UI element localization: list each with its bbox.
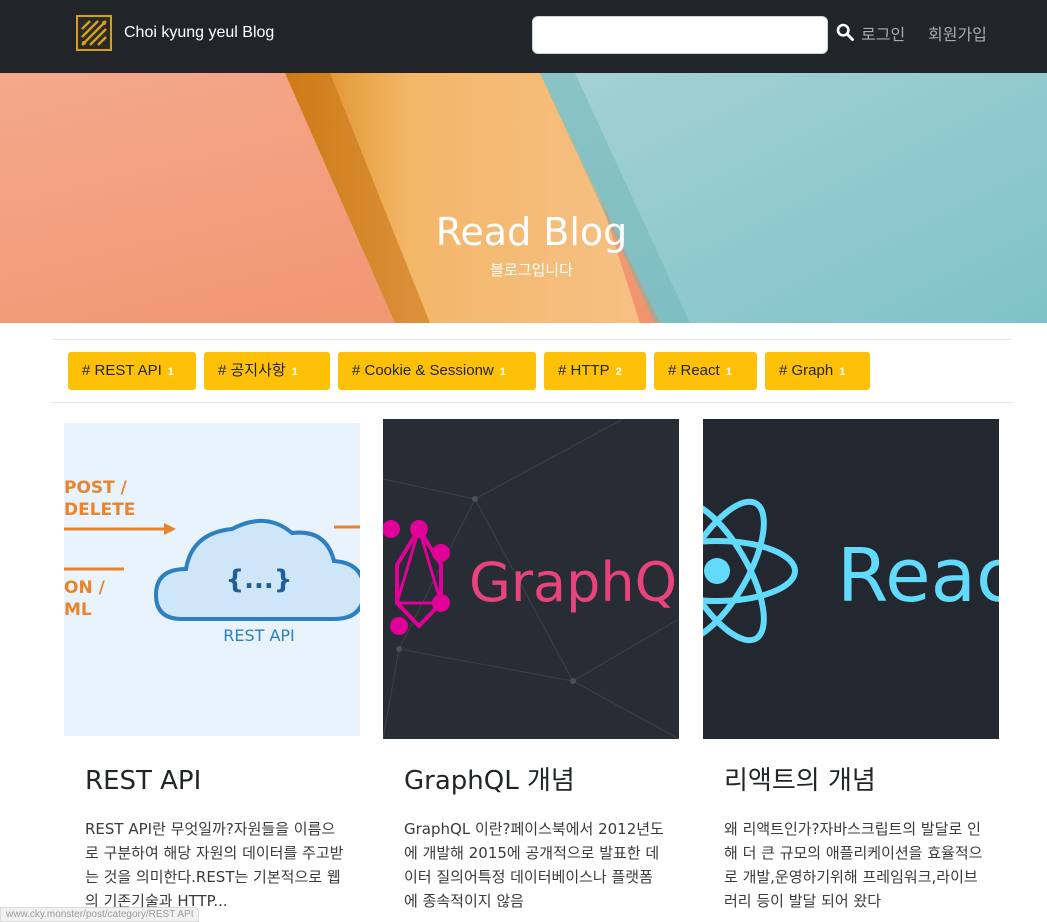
post-excerpt: GraphQL 이란?페이스북에서 2012년도에 개발해 2015에 공개적으… — [404, 820, 664, 910]
rest-label-json: ON / — [64, 578, 106, 598]
graphql-thumbnail[interactable]: GraphQ — [383, 419, 679, 739]
rest-label-delete: DELETE — [64, 500, 135, 520]
network-node — [472, 496, 478, 502]
tag-label: # React — [668, 362, 720, 379]
tag-label: # Cookie & Sessionw — [352, 362, 494, 379]
tag-label: # Graph — [779, 362, 834, 379]
rest-api-thumbnail[interactable]: POST / DELETE {...} ON / ML REST API — [64, 423, 360, 736]
signup-link[interactable]: 회원가입 — [928, 24, 987, 46]
post-title[interactable]: REST API — [85, 765, 201, 797]
hero-banner: Read Blog 블로그입니다 — [0, 73, 1047, 323]
network-node — [570, 678, 576, 684]
tag-label: # REST API — [82, 362, 162, 379]
hero-title: Read Blog — [435, 210, 628, 254]
post-card[interactable]: POST / DELETE {...} ON / ML REST API RES… — [64, 419, 360, 922]
login-link[interactable]: 로그인 — [861, 24, 905, 46]
graphql-wordmark: GraphQ — [469, 551, 677, 614]
tag-count: 1 — [499, 366, 506, 378]
hero-background — [0, 73, 1047, 323]
post-title[interactable]: 리액트의 개념 — [724, 765, 876, 797]
post-title[interactable]: GraphQL 개념 — [404, 765, 575, 797]
tag-http[interactable]: # HTTP 2 — [544, 352, 646, 390]
react-thumbnail[interactable]: Reac — [703, 419, 999, 739]
network-node — [396, 646, 402, 652]
circuit-logo-icon[interactable] — [76, 15, 112, 51]
rest-label-xml: ML — [64, 600, 92, 620]
tag-filter-bar: # REST API 1 # 공지사항 1 # Cookie & Sessionw 1… — [52, 339, 1012, 403]
post-excerpt: 왜 리액트인가?자바스크립트의 발달로 인해 더 큰 규모의 애플리케이션을 효… — [724, 820, 983, 910]
tag-graph[interactable]: # Graph 1 — [765, 352, 870, 390]
tag-rest-api[interactable]: # REST API 1 — [68, 352, 196, 390]
react-wordmark: Reac — [837, 533, 999, 619]
search-icon[interactable] — [836, 23, 854, 41]
tag-label: # HTTP — [558, 362, 610, 379]
tag-cookie-session[interactable]: # Cookie & Sessionw 1 — [338, 352, 536, 390]
tag-count: 1 — [167, 366, 174, 378]
cloud-braces-text: {...} — [226, 565, 293, 595]
navbar: Choi kyung yeul Blog 로그인 회원가입 — [0, 0, 1047, 73]
post-card[interactable]: Reac 리액트의 개념 왜 리액트인가?자바스크립트의 발달로 인해 더 큰 … — [703, 419, 999, 922]
post-excerpt: REST API란 무엇일까?자원들을 이름으로 구분하여 해당 자원의 데이터… — [85, 820, 344, 910]
post-card[interactable]: GraphQ GraphQL 개념 GraphQL 이란?페이스북에서 2012… — [383, 419, 679, 922]
tag-count: 2 — [615, 366, 622, 378]
search-input[interactable] — [532, 16, 828, 54]
browser-status-url: www.cky.monster/post/category/REST API — [0, 907, 200, 922]
brand-title[interactable]: Choi kyung yeul Blog — [124, 22, 274, 44]
tag-count: 1 — [839, 366, 846, 378]
rest-caption: REST API — [223, 626, 295, 645]
tag-count: 1 — [725, 366, 732, 378]
tag-notice[interactable]: # 공지사항 1 — [204, 352, 330, 390]
tag-react[interactable]: # React 1 — [654, 352, 757, 390]
tag-label: # 공지사항 — [218, 362, 286, 379]
tag-count: 1 — [291, 366, 298, 378]
hero-subtitle: 블로그입니다 — [490, 261, 573, 279]
rest-label-post: POST / — [64, 478, 128, 498]
